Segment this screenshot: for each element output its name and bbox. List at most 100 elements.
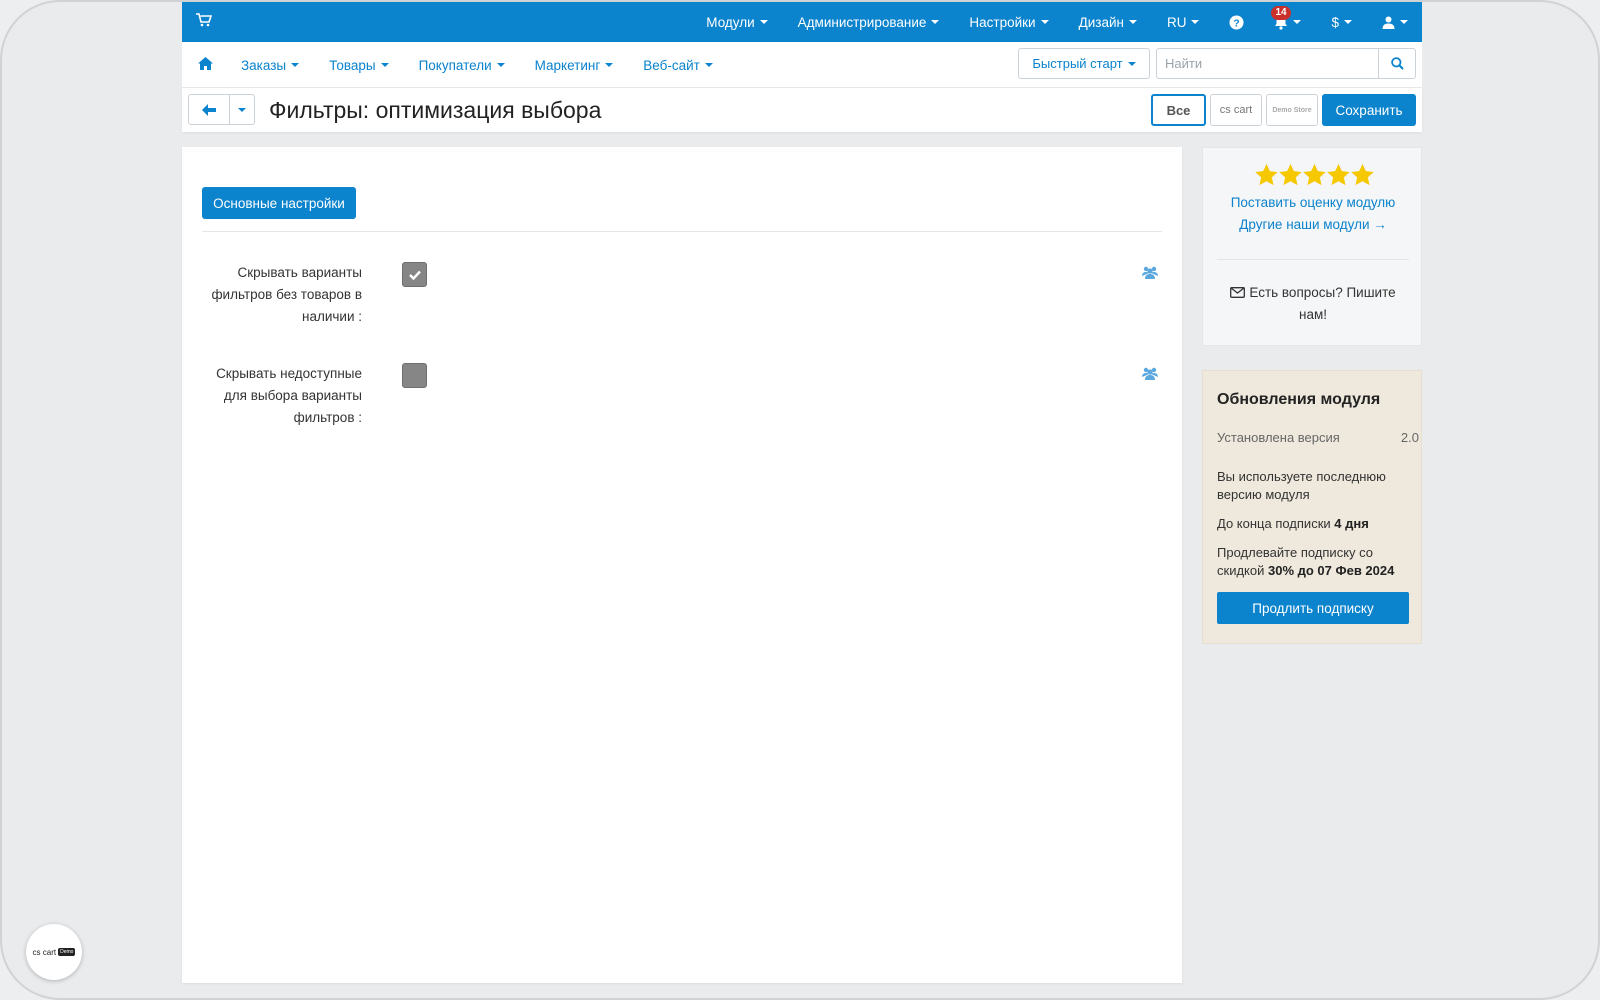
caret-down-icon: [759, 20, 768, 24]
subscription-end-label: До конца подписки: [1217, 516, 1331, 531]
caret-down-icon: [1344, 20, 1352, 24]
setting-label: Скрывать варианты фильтров без товаров в…: [211, 265, 362, 324]
nav-label: Веб-сайт: [643, 57, 700, 73]
contact-us-link[interactable]: Есть вопросы? Пишите нам!: [1223, 282, 1403, 326]
star-icon: [1279, 164, 1302, 186]
search-input[interactable]: [1156, 48, 1378, 79]
caret-down-icon: [380, 63, 389, 67]
tab-general-settings[interactable]: Основные настройки: [202, 187, 356, 219]
top-menu-label: Дизайн: [1078, 14, 1124, 30]
currency-menu[interactable]: $: [1331, 15, 1352, 30]
quick-start-button[interactable]: Быстрый старт: [1018, 48, 1150, 79]
users-group-icon[interactable]: [1142, 266, 1158, 279]
back-button-group: [188, 94, 255, 125]
storefront-all-button[interactable]: Все: [1151, 94, 1206, 126]
admin-container: Модули Администрирование Настройки Дизай…: [182, 2, 1422, 132]
svg-text:?: ?: [1234, 18, 1240, 29]
caret-down-icon: [931, 20, 940, 24]
nav-customers[interactable]: Покупатели: [419, 58, 505, 73]
contact-text: Есть вопросы? Пишите нам!: [1249, 285, 1396, 322]
nav-orders[interactable]: Заказы: [241, 57, 300, 73]
latest-version-note: Вы используете последнюю версию модуля: [1217, 469, 1386, 502]
caret-down-icon: [1040, 20, 1049, 24]
caret-down-icon: [496, 63, 505, 67]
caret-down-icon: [1293, 20, 1302, 24]
cart-icon[interactable]: [196, 13, 212, 27]
settings-panel: Основные настройки Скрывать варианты фил…: [182, 147, 1182, 983]
installed-version-value: 2.0: [1400, 430, 1419, 445]
renew-offer-value: 30% до 07 Фев 2024: [1268, 563, 1395, 578]
main-nav: Заказы Товары Покупатели Маркетинг Веб-с…: [182, 42, 1422, 88]
caret-down-icon: [1400, 20, 1408, 24]
rate-module-link[interactable]: Поставить оценку модулю: [1203, 195, 1423, 210]
top-menu-settings[interactable]: Настройки: [969, 14, 1049, 30]
star-icon: [1255, 164, 1278, 186]
setting-checkbox-unchecked[interactable]: [402, 363, 427, 388]
storefront-demo-button[interactable]: Demo Store: [1266, 94, 1318, 126]
search-button[interactable]: [1378, 48, 1416, 79]
caret-down-icon: [1127, 61, 1136, 66]
nav-marketing[interactable]: Маркетинг: [535, 58, 614, 73]
notifications-badge: 14: [1271, 5, 1291, 20]
setting-label: Скрывать недоступные для выбора варианты…: [216, 366, 362, 425]
tab-divider: [202, 231, 1162, 232]
renew-subscription-button[interactable]: Продлить подписку: [1217, 592, 1409, 624]
installed-version-row: Установлена версия 2.0: [1217, 430, 1419, 445]
notifications-button[interactable]: 14: [1271, 5, 1302, 30]
save-button[interactable]: Сохранить: [1322, 94, 1416, 126]
browser-frame: Модули Администрирование Настройки Дизай…: [0, 0, 1600, 1000]
users-group-icon[interactable]: [1142, 367, 1158, 380]
subscription-end-value: 4 дня: [1334, 516, 1369, 531]
cscart-floating-logo[interactable]: cs cart Demo: [26, 924, 82, 980]
rating-stars[interactable]: [1255, 164, 1375, 186]
page-title: Фильтры: оптимизация выбора: [269, 97, 602, 123]
top-menu-label: Настройки: [969, 14, 1036, 30]
caret-down-icon: [704, 63, 713, 67]
storefront-switcher: Все cs cart Demo Store Сохранить: [1147, 94, 1416, 126]
storefront-cscart-button[interactable]: cs cart: [1210, 94, 1262, 126]
arrow-left-icon: [202, 103, 216, 116]
star-icon: [1303, 164, 1326, 186]
float-logo-text: cs cart: [32, 947, 57, 957]
currency-label: $: [1331, 14, 1339, 30]
star-icon: [1351, 164, 1374, 186]
home-icon[interactable]: [198, 57, 213, 70]
nav-label: Покупатели: [418, 57, 492, 73]
search-box: [1156, 48, 1416, 79]
title-bar: Фильтры: оптимизация выбора Все cs cart …: [182, 88, 1422, 132]
caret-down-icon: [238, 107, 246, 112]
quick-start-label: Быстрый старт: [1032, 56, 1123, 71]
help-icon[interactable]: ?: [1229, 14, 1245, 30]
star-icon: [1327, 164, 1350, 186]
subscription-end: До конца подписки 4 дня: [1217, 515, 1417, 533]
float-logo-tag: Demo: [58, 948, 76, 956]
caret-down-icon: [605, 63, 614, 67]
setting-checkbox-checked[interactable]: [402, 262, 427, 287]
top-menu-design[interactable]: Дизайн: [1079, 15, 1137, 30]
top-menu-modules[interactable]: Модули: [706, 14, 768, 30]
back-dropdown-button[interactable]: [230, 94, 255, 125]
nav-label: Товары: [329, 57, 376, 73]
caret-down-icon: [1191, 20, 1200, 24]
user-icon: [1382, 16, 1395, 29]
nav-products[interactable]: Товары: [329, 57, 389, 73]
updates-title: Обновления модуля: [1217, 391, 1381, 408]
top-menu-label: RU: [1166, 14, 1187, 30]
installed-version-label: Установлена версия: [1217, 430, 1340, 445]
top-menu: Модули Администрирование Настройки Дизай…: [676, 2, 1408, 42]
caret-down-icon: [291, 63, 300, 67]
top-menu-administration[interactable]: Администрирование: [798, 15, 940, 30]
top-menu-language[interactable]: RU: [1167, 15, 1200, 30]
other-modules-link[interactable]: Другие наши модули →: [1203, 217, 1423, 232]
envelope-icon: [1230, 287, 1246, 298]
nav-label: Заказы: [241, 57, 287, 73]
sidebar-divider: [1217, 259, 1409, 260]
user-menu[interactable]: [1382, 16, 1408, 29]
top-bar: Модули Администрирование Настройки Дизай…: [182, 2, 1422, 42]
back-button[interactable]: [188, 94, 230, 125]
search-icon: [1390, 57, 1404, 70]
caret-down-icon: [1128, 20, 1137, 24]
nav-website[interactable]: Веб-сайт: [643, 58, 713, 73]
top-menu-label: Модули: [706, 14, 755, 30]
check-icon: [408, 270, 421, 280]
